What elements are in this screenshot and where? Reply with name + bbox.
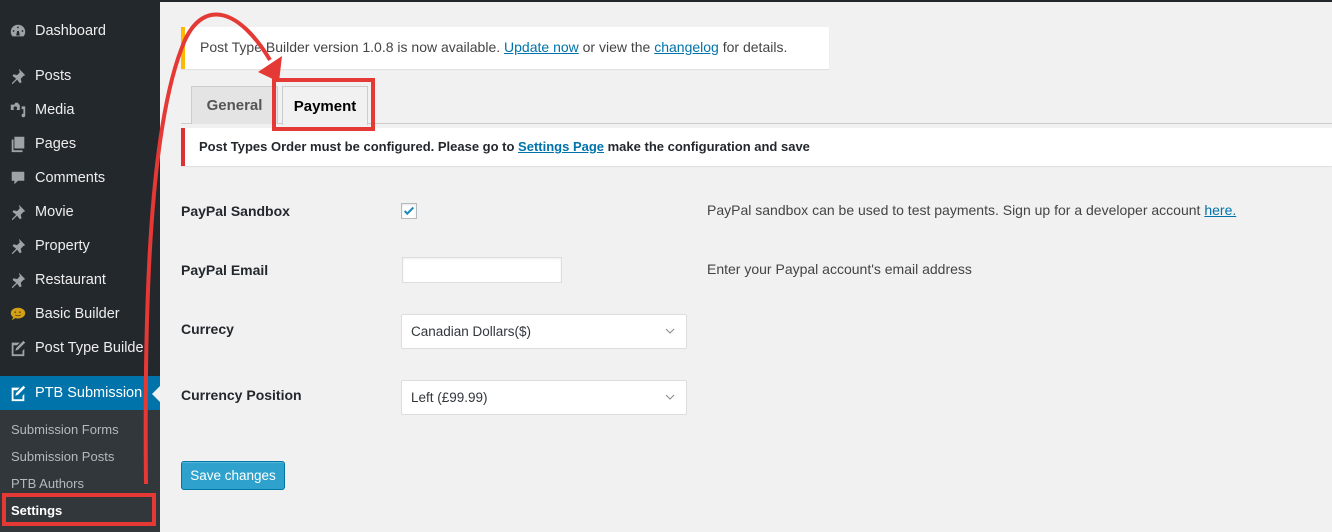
sidebar-item-label: Basic Builder (35, 306, 120, 322)
submenu-ptb-submission: Submission Forms Submission Posts PTB Au… (0, 410, 160, 532)
paypal-email-label: PayPal Email (181, 262, 269, 278)
sidebar-item-comments[interactable]: Comments (0, 161, 160, 195)
tab-general[interactable]: General (191, 86, 278, 124)
chevron-down-icon (665, 394, 675, 400)
edit-icon (0, 384, 35, 402)
update-notice: Post Type Builder version 1.0.8 is now a… (181, 27, 829, 69)
tab-payment[interactable]: Payment (282, 86, 368, 125)
sidebar-item-posts[interactable]: Posts (0, 59, 160, 93)
paypal-sandbox-description: PayPal sandbox can be used to test payme… (707, 202, 1236, 218)
pin-icon (0, 271, 35, 289)
sidebar-item-property[interactable]: Property (0, 229, 160, 263)
sidebar-item-label: Movie (35, 204, 74, 220)
sidebar-item-basic-builder[interactable]: Basic Builder (0, 297, 160, 331)
sidebar-item-label: Posts (35, 68, 72, 84)
currency-position-select[interactable]: Left (£99.99) (401, 380, 687, 415)
error-notice-text-after: make the configuration and save (604, 139, 810, 154)
chat-bubble-icon (0, 305, 35, 323)
save-changes-button[interactable]: Save changes (181, 461, 285, 490)
settings-page-link[interactable]: Settings Page (518, 139, 604, 154)
sidebar-item-post-type-builder[interactable]: Post Type Builder (0, 331, 160, 365)
media-icon (0, 101, 35, 119)
sidebar-item-label: Comments (35, 170, 106, 186)
currency-position-selected-value: Left (£99.99) (411, 390, 488, 405)
paypal-email-description: Enter your Paypal account's email addres… (707, 261, 972, 277)
sidebar-item-restaurant[interactable]: Restaurant (0, 263, 160, 297)
admin-sidebar: Dashboard Posts Media Pages Comments Mov… (0, 0, 160, 532)
update-notice-text-after: for details. (718, 39, 788, 55)
sidebar-item-label: Property (35, 238, 90, 254)
sidebar-item-label: Post Type Builder (35, 340, 149, 356)
update-now-link[interactable]: Update now (504, 39, 579, 55)
settings-tabs: General Payment (181, 86, 1332, 125)
update-notice-text: Post Type Builder version 1.0.8 is now a… (200, 39, 505, 55)
sidebar-item-movie[interactable]: Movie (0, 195, 160, 229)
error-notice-text: Post Types Order must be configured. Ple… (199, 139, 519, 154)
pin-icon (0, 67, 35, 85)
developer-signup-link[interactable]: here. (1204, 202, 1236, 218)
checkmark-icon (403, 206, 415, 216)
admin-top-bar (0, 0, 1332, 2)
update-notice-text-middle: or view the (578, 39, 655, 55)
currency-label: Currecy (181, 321, 234, 337)
sidebar-item-label: Dashboard (35, 23, 106, 39)
submenu-item-submission-forms[interactable]: Submission Forms (11, 422, 119, 437)
edit-icon (0, 339, 35, 357)
pages-icon (0, 135, 35, 153)
dashboard-icon (0, 22, 35, 40)
submenu-item-submission-posts[interactable]: Submission Posts (11, 449, 114, 464)
paypal-email-input[interactable] (402, 257, 562, 283)
sidebar-item-label: Pages (35, 136, 77, 152)
sidebar-item-label: PTB Submission (35, 385, 143, 401)
chevron-down-icon (665, 328, 675, 334)
paypal-sandbox-checkbox[interactable] (401, 203, 417, 219)
active-indicator-arrow (152, 386, 160, 402)
currency-selected-value: Canadian Dollars($) (411, 324, 532, 339)
sidebar-item-media[interactable]: Media (0, 93, 160, 127)
error-notice: Post Types Order must be configured. Ple… (181, 128, 1332, 166)
sidebar-item-pages[interactable]: Pages (0, 127, 160, 161)
currency-select[interactable]: Canadian Dollars($) (401, 314, 687, 349)
currency-position-label: Currency Position (181, 387, 302, 403)
sandbox-desc-text: PayPal sandbox can be used to test payme… (707, 202, 1205, 218)
pin-icon (0, 237, 35, 255)
sidebar-item-label: Restaurant (35, 272, 106, 288)
submenu-item-ptb-authors[interactable]: PTB Authors (11, 476, 84, 491)
annotation-arrow-path (143, 12, 272, 485)
paypal-sandbox-label: PayPal Sandbox (181, 203, 290, 219)
sidebar-item-dashboard[interactable]: Dashboard (0, 14, 160, 48)
sidebar-item-label: Media (35, 102, 75, 118)
submenu-item-settings[interactable]: Settings (11, 503, 62, 518)
changelog-link[interactable]: changelog (654, 39, 719, 55)
comment-icon (0, 169, 35, 187)
sidebar-item-ptb-submission[interactable]: PTB Submission (0, 376, 160, 410)
pin-icon (0, 203, 35, 221)
